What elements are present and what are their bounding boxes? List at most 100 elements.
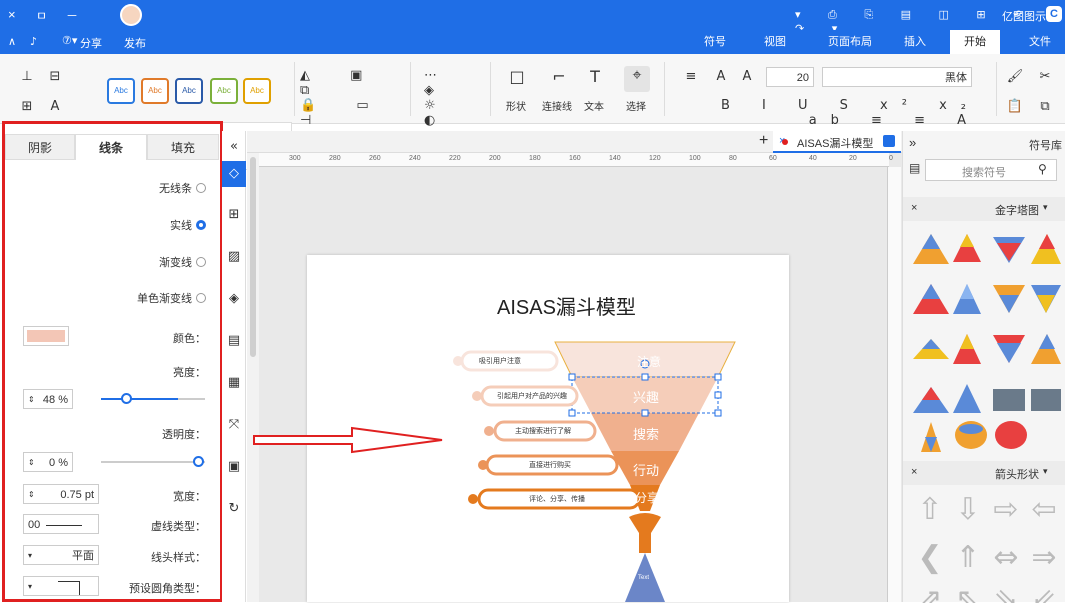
chevron-up-symbol[interactable]: ⇑	[951, 541, 985, 575]
effect-icons[interactable]: ☼ ◐	[424, 98, 484, 128]
scrollbar-thumb[interactable]	[250, 157, 256, 357]
transparency-input[interactable]: ⇕ 0 %	[23, 452, 73, 472]
grid-icon[interactable]: ⊞	[226, 207, 242, 223]
close-section-icon[interactable]: ×	[911, 466, 917, 478]
paste-icon[interactable]: 📋	[1006, 98, 1024, 116]
brightness-input[interactable]: ⇕ 48 %	[23, 389, 73, 409]
close-button[interactable]: ×	[8, 7, 16, 22]
decrease-font-icon[interactable]: A	[712, 68, 730, 86]
text-format-icons[interactable]: B I U S x² x₂ ab ≡ ≡ A	[680, 98, 980, 128]
lock-group-icons[interactable]: 🔒 ▭ ⊣	[300, 98, 400, 128]
tab-line[interactable]: 线条	[75, 134, 147, 160]
section-toggle-icon[interactable]: ▾	[1043, 202, 1048, 213]
new-tab-icon[interactable]: +	[759, 132, 768, 150]
connect-icon[interactable]: ⤧	[226, 417, 242, 433]
arrow-up-symbol[interactable]: ⇧	[913, 493, 947, 527]
line-style-icons[interactable]: ⋯ ◈	[424, 68, 484, 98]
font-color-icon[interactable]: A	[46, 98, 64, 116]
distribute-icon[interactable]: ⊟	[46, 68, 64, 86]
arrow-symbol[interactable]: ⇖	[951, 583, 985, 603]
color-picker[interactable]	[23, 326, 69, 346]
align-icon[interactable]: ≡	[682, 68, 700, 86]
library-manage-icon[interactable]: ▤	[909, 161, 920, 175]
minimize-button[interactable]: －	[66, 7, 78, 24]
arrange-icons[interactable]: ◭ ▣ ⧉	[300, 68, 400, 98]
transparency-slider[interactable]	[101, 456, 205, 467]
cut-icon[interactable]: ✂	[1036, 68, 1054, 86]
corner-type-select[interactable]: ▾	[23, 576, 99, 596]
arrow-left-symbol[interactable]: ⇦	[1027, 493, 1061, 527]
layers-icon[interactable]: ◈	[226, 291, 242, 307]
arrow-symbol[interactable]: ⇙	[1027, 583, 1061, 603]
doc-tab[interactable]: × AISAS漏斗模型	[773, 131, 901, 153]
arrow-symbol[interactable]: ⇘	[989, 583, 1023, 603]
close-section-icon[interactable]: ×	[911, 202, 917, 214]
text-tool-icon[interactable]: T	[586, 68, 604, 86]
style-box-2[interactable]: Abc	[210, 78, 238, 104]
brightness-slider[interactable]	[101, 393, 205, 404]
radio-button[interactable]	[196, 293, 206, 303]
radio-button[interactable]	[196, 257, 206, 267]
collapse-ribbon-icon[interactable]: ∧	[8, 35, 16, 48]
arrow-right-symbol[interactable]: ⇨	[989, 493, 1023, 527]
search-icon[interactable]: ⚲	[1038, 162, 1047, 176]
font-size-select[interactable]: 20	[766, 67, 814, 87]
collapse-panel-icon[interactable]: «	[226, 139, 242, 155]
style-box-5[interactable]: Abc	[107, 78, 135, 104]
arrow-style-select[interactable]: ▾ 平面	[23, 545, 99, 565]
vertical-scrollbar-track[interactable]	[247, 153, 259, 602]
stepper-icon[interactable]: ⇕	[28, 390, 35, 410]
size-icon[interactable]: ⊞	[18, 98, 36, 116]
brightness-slider-knob[interactable]	[121, 393, 132, 404]
arrow-symbol[interactable]: ⇗	[913, 583, 947, 603]
style-box-4[interactable]: Abc	[141, 78, 169, 104]
notification-icon[interactable]: ♪	[30, 35, 37, 48]
avatar[interactable]	[120, 4, 142, 26]
radio-gradient-line[interactable]: 渐变线	[159, 254, 206, 270]
dash-type-select[interactable]: 00	[23, 514, 99, 534]
publish-button[interactable]: 发布	[124, 35, 146, 51]
pyramid-symbol-grid[interactable]	[911, 229, 1061, 454]
radio-mono-gradient-line[interactable]: 单色渐变线	[137, 290, 206, 306]
tab-shadow[interactable]: 阴影	[5, 134, 75, 160]
double-arrow-symbol[interactable]: ⇔	[989, 541, 1023, 575]
data-icon[interactable]: ▦	[226, 375, 242, 391]
select-tool-icon[interactable]: ⌖	[624, 66, 650, 92]
line-width-input[interactable]: ⇕ 0.75 pt	[23, 484, 99, 504]
page-icon[interactable]: ▤	[226, 333, 242, 349]
chevron-right-symbol[interactable]: ⇒	[1027, 541, 1061, 575]
section-header-arrows[interactable]: × 箭头形状 ▾	[903, 461, 1065, 485]
section-header-pyramid[interactable]: × 金字塔图 ▾	[903, 197, 1065, 221]
radio-button[interactable]	[196, 183, 206, 193]
position-icon[interactable]: ⊥	[18, 68, 36, 86]
style-box-3[interactable]: Abc	[175, 78, 203, 104]
radio-button-selected[interactable]	[196, 220, 206, 230]
tab-insert[interactable]: 插入	[890, 30, 940, 54]
format-painter-icon[interactable]: 🖌	[1006, 68, 1024, 86]
stepper-icon[interactable]: ⇕	[28, 485, 35, 505]
tab-file[interactable]: 文件	[1015, 30, 1065, 54]
stepper-icon[interactable]: ⇕	[28, 453, 35, 473]
radio-no-line[interactable]: 无线条	[159, 180, 206, 196]
tab-fill[interactable]: 填充	[147, 134, 219, 160]
arrow-down-symbol[interactable]: ⇩	[951, 493, 985, 527]
symbol-search-input[interactable]: 搜索符号 ⚲	[925, 159, 1057, 181]
radio-solid-line[interactable]: 实线	[170, 217, 206, 233]
present-icon[interactable]: ▣	[226, 459, 242, 475]
fill-tab-active[interactable]: ◇	[222, 161, 246, 187]
copy-icon[interactable]: ⧉	[1036, 98, 1054, 116]
tab-symbols[interactable]: 符号	[690, 30, 740, 54]
section-toggle-icon[interactable]: ▾	[1043, 466, 1048, 477]
share-button[interactable]: 分享	[80, 35, 102, 51]
connector-tool-icon[interactable]: ⌐	[550, 68, 568, 86]
increase-font-icon[interactable]: A	[738, 68, 756, 86]
image-icon[interactable]: ▨	[226, 249, 242, 265]
tab-home[interactable]: 开始	[950, 30, 1000, 54]
help-icon[interactable]: ⑦▾	[62, 34, 77, 47]
tab-view[interactable]: 视图	[750, 30, 800, 54]
style-box-1[interactable]: Abc	[243, 78, 271, 104]
transparency-slider-knob[interactable]	[193, 456, 204, 467]
tab-page-layout[interactable]: 页面布局	[815, 30, 885, 54]
restore-button[interactable]: ㅁ	[36, 7, 47, 24]
expand-panel-icon[interactable]: »	[909, 135, 916, 150]
